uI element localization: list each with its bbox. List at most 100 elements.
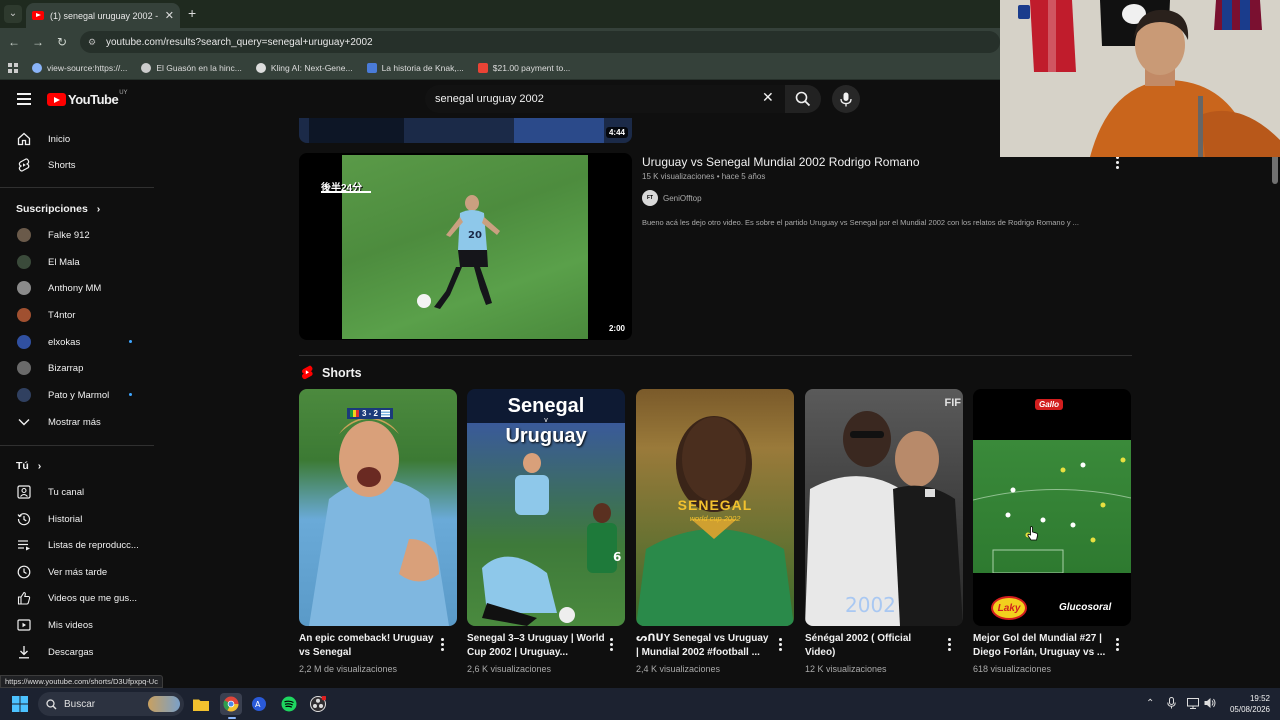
fifa-watermark: FIF [944, 397, 962, 409]
taskbar: Buscar A ⌃ 19:52 05/08/2026 [0, 688, 1280, 720]
channel-link[interactable]: FT GeniOfftop [642, 190, 702, 206]
taskbar-search[interactable]: Buscar [38, 692, 184, 716]
youtube-play-icon [47, 93, 66, 106]
channel-icon [17, 485, 31, 499]
short-title[interactable]: Sénégal 2002 ( Official Video) [805, 632, 943, 660]
short-overlay-subtitle: world cup 2002 [689, 514, 741, 523]
new-tab-button[interactable]: + [188, 5, 196, 21]
address-bar[interactable]: ⚙ youtube.com/results?search_query=seneg… [80, 31, 1000, 53]
video-title[interactable]: Uruguay vs Senegal Mundial 2002 Rodrigo … [642, 155, 920, 169]
voice-search-button[interactable] [832, 85, 860, 113]
short-thumbnail[interactable]: FIF 2002 [805, 389, 963, 626]
obs-icon[interactable] [307, 693, 329, 715]
short-thumbnail[interactable]: 3 - 2 [299, 389, 457, 626]
youtube-logo[interactable]: YouTube UY [47, 89, 128, 107]
short-views: 2,4 K visualizaciones [636, 664, 721, 674]
sidebar-item-subscription[interactable]: elxokas [0, 329, 154, 355]
file-explorer-icon[interactable] [190, 693, 212, 715]
mouse-cursor-icon [1027, 526, 1038, 541]
country-code: UY [119, 89, 128, 96]
tab-search-button[interactable]: ⌄ [4, 5, 22, 23]
sidebar-divider [0, 445, 154, 446]
spotify-icon[interactable] [278, 693, 300, 715]
sidebar-item-subscription[interactable]: T4ntor [0, 302, 154, 328]
thumbnail-image [514, 118, 604, 143]
search-button[interactable] [785, 85, 821, 113]
sidebar-item-home[interactable]: Inicio [0, 126, 154, 152]
globe-icon [32, 62, 42, 73]
channel-avatar [17, 228, 31, 242]
chrome-icon[interactable] [220, 693, 242, 715]
show-hidden-icons[interactable]: ⌃ [1146, 698, 1154, 709]
more-options-icon[interactable] [1116, 638, 1120, 653]
more-options-icon[interactable] [1116, 156, 1120, 169]
site-info-icon[interactable]: ⚙ [88, 37, 98, 47]
volume-icon[interactable] [1204, 697, 1216, 709]
browser-tab[interactable]: (1) senegal uruguay 2002 - You ✕ [26, 3, 180, 28]
soccer-field-image: 20 [342, 155, 588, 339]
short-views: 2,2 M de visualizaciones [299, 664, 398, 674]
sidebar-item-playlists[interactable]: Listas de reproducc... [0, 532, 154, 558]
forward-icon[interactable]: → [30, 34, 46, 50]
sidebar-item-subscription[interactable]: Pato y Marmol [0, 382, 154, 408]
short-title[interactable]: Mejor Gol del Mundial #27 | Diego Forlán… [973, 632, 1111, 660]
sidebar-item-subscription[interactable]: Bizarrap [0, 355, 154, 381]
video-thumbnail[interactable]: 20 後半24分 2:00 [299, 153, 632, 340]
clear-search-icon[interactable]: ✕ [762, 89, 774, 106]
search-icon [795, 91, 811, 107]
app-launcher-icon[interactable]: A [248, 693, 270, 715]
microphone-icon[interactable] [1167, 697, 1176, 709]
search-input[interactable]: senegal uruguay 2002 [425, 85, 785, 113]
bookmark-item[interactable]: view-source:https://... [32, 62, 127, 73]
player-celebrating-image [309, 417, 449, 626]
network-icon[interactable] [1187, 697, 1199, 709]
short-title[interactable]: An epic comeback! Uruguay vs Senegal [299, 632, 437, 660]
svg-text:20: 20 [468, 230, 482, 241]
sidebar-item-subscription[interactable]: Falke 912 [0, 222, 154, 248]
gmail-icon [477, 62, 488, 73]
more-options-icon[interactable] [441, 638, 445, 653]
subscriptions-heading[interactable]: Suscripciones › [16, 203, 100, 215]
url-text: youtube.com/results?search_query=senegal… [106, 36, 373, 48]
sidebar-item-subscription[interactable]: El Mala [0, 249, 154, 275]
bookmark-item[interactable]: El Guasón en la hinc... [141, 62, 242, 73]
back-icon[interactable]: ← [6, 34, 22, 50]
link-status-bar: https://www.youtube.com/shorts/D3Ufpxpq-… [0, 675, 163, 688]
close-tab-icon[interactable]: ✕ [165, 9, 174, 22]
previous-video-thumbnail[interactable]: 4:44 [299, 118, 632, 143]
chevron-right-icon: › [96, 203, 101, 215]
short-title[interactable]: ᔕᑎᑌY Senegal vs Uruguay | Mundial 2002 #… [636, 632, 774, 660]
sidebar-item-watch-later[interactable]: Ver más tarde [0, 559, 154, 585]
show-more-button[interactable]: Mostrar más [0, 409, 154, 435]
short-title[interactable]: Senegal 3–3 Uruguay | World Cup 2002 | U… [467, 632, 605, 660]
sidebar-item-downloads[interactable]: Descargas [0, 639, 154, 665]
you-heading[interactable]: Tú › [16, 460, 41, 472]
bookmark-item[interactable]: $21.00 payment to... [477, 62, 570, 73]
bookmark-item[interactable]: Kling AI: Next-Gene... [255, 62, 353, 73]
short-thumbnail[interactable]: Gallo Laky Glucosoral [973, 389, 1131, 626]
short-thumbnail[interactable]: 6 Senegal v Uruguay [467, 389, 625, 626]
sidebar-item-shorts[interactable]: Shorts [0, 152, 154, 178]
system-clock[interactable]: 19:52 05/08/2026 [1230, 693, 1270, 715]
short-overlay-versus: v [544, 417, 548, 424]
new-content-dot [129, 393, 132, 396]
senegal-flag-icon [350, 410, 359, 417]
more-options-icon[interactable] [948, 638, 952, 653]
apps-grid-icon[interactable] [8, 62, 18, 73]
more-options-icon[interactable] [610, 638, 614, 653]
channel-avatar: FT [642, 190, 658, 206]
sidebar-item-my-videos[interactable]: Mis videos [0, 612, 154, 638]
sidebar-item-your-channel[interactable]: Tu canal [0, 479, 154, 505]
windows-start-icon[interactable] [12, 696, 28, 712]
short-thumbnail[interactable]: SENEGAL world cup 2002 [636, 389, 794, 626]
sponsor-logo: Gallo [1035, 399, 1064, 410]
video-meta: 15 K visualizaciones • hace 5 años [642, 172, 766, 181]
bookmark-item[interactable]: La historia de Knak,... [366, 62, 464, 73]
reload-icon[interactable]: ↻ [54, 34, 70, 50]
menu-icon[interactable] [17, 93, 31, 108]
sidebar-item-subscription[interactable]: Anthony MM [0, 275, 154, 301]
more-options-icon[interactable] [779, 638, 783, 653]
sidebar-item-liked-videos[interactable]: Videos que me gus... [0, 585, 154, 611]
sidebar-item-history[interactable]: Historial [0, 506, 154, 532]
my-videos-icon [17, 618, 31, 632]
